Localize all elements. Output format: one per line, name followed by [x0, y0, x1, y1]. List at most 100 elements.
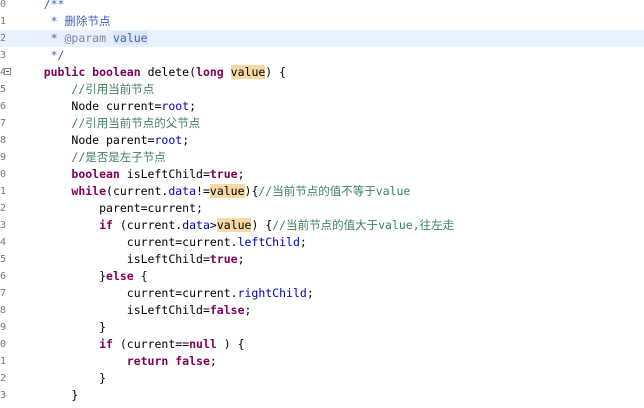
- line-number: 0: [0, 0, 7, 10]
- code-line[interactable]: 4 public boolean delete(long value) {: [0, 64, 644, 81]
- code-token: current=current.: [126, 286, 238, 300]
- code-token: /**: [43, 0, 65, 11]
- code-line[interactable]: 5 isLeftChild=true;: [0, 251, 644, 268]
- code-token: ;: [237, 252, 245, 266]
- line-number: 6: [0, 101, 7, 112]
- code-token: rightChild: [237, 286, 307, 300]
- line-number: 3: [0, 220, 7, 231]
- code-line[interactable]: 9 //是否是左子节点: [0, 149, 644, 166]
- code-token: }: [71, 388, 79, 402]
- line-number: 6: [0, 271, 7, 282]
- code-line[interactable]: 1 while(current.data!=value){//当前节点的值不等于…: [0, 183, 644, 200]
- code-token: value: [230, 65, 266, 79]
- code-token: 是否是左子节点: [85, 150, 166, 164]
- code-text: if (current==null ) {: [16, 336, 244, 353]
- code-text: isLeftChild=true;: [16, 251, 245, 268]
- code-line[interactable]: 3 */: [0, 47, 644, 64]
- code-text: * 删除节点: [16, 13, 111, 30]
- code-token: if: [99, 337, 113, 351]
- code-line[interactable]: 8 isLeftChild=false;: [0, 302, 644, 319]
- code-line[interactable]: 3 }: [0, 387, 644, 404]
- code-token: if: [99, 218, 113, 232]
- code-line[interactable]: 2 }: [0, 370, 644, 387]
- code-text: current=current.rightChild;: [16, 285, 314, 302]
- code-text: //引用当前节点: [16, 81, 154, 98]
- line-number: 5: [0, 254, 7, 265]
- code-text: }: [16, 319, 106, 336]
- code-token: //: [71, 82, 86, 96]
- code-line[interactable]: 1 * 删除节点: [0, 13, 644, 30]
- code-text: parent=current;: [16, 200, 203, 217]
- code-token: ) {: [251, 218, 273, 232]
- line-number: 4: [0, 237, 7, 248]
- code-token: value: [209, 184, 245, 198]
- code-line[interactable]: 0 boolean isLeftChild=true;: [0, 166, 644, 183]
- collapse-fold-icon[interactable]: [4, 68, 11, 75]
- code-token: Node current=: [71, 99, 162, 113]
- code-line[interactable]: 1 return false;: [0, 353, 644, 370]
- code-token: data: [168, 184, 197, 198]
- code-text: * @param value: [16, 30, 148, 47]
- code-token: value,: [378, 218, 420, 232]
- line-number: 9: [0, 152, 7, 163]
- code-line[interactable]: 6 Node current=root;: [0, 98, 644, 115]
- line-number: 7: [0, 288, 7, 299]
- code-line[interactable]: 3 if (current.data>value) {//当前节点的值大于val…: [0, 217, 644, 234]
- code-line[interactable]: 4 current=current.leftChild;: [0, 234, 644, 251]
- code-token: root: [154, 133, 183, 147]
- code-token: ){: [244, 184, 259, 198]
- code-line[interactable]: 7 //引用当前节点的父节点: [0, 115, 644, 132]
- code-line[interactable]: 0 /**: [0, 0, 644, 13]
- code-token: 当前节点的值大于: [286, 218, 379, 232]
- line-number: 8: [0, 305, 7, 316]
- code-line[interactable]: 2 parent=current;: [0, 200, 644, 217]
- code-text: isLeftChild=false;: [16, 302, 252, 319]
- code-token: while: [71, 184, 107, 198]
- code-token: isLeftChild=: [126, 303, 210, 317]
- code-line[interactable]: 2 * @param value: [0, 30, 644, 47]
- code-line[interactable]: 0 if (current==null ) {: [0, 336, 644, 353]
- code-token: //: [71, 116, 86, 130]
- code-text: public boolean delete(long value) {: [16, 64, 286, 81]
- code-line[interactable]: 5 //引用当前节点: [0, 81, 644, 98]
- code-token: //: [258, 184, 273, 198]
- code-token: !=: [196, 184, 210, 198]
- code-token: true: [209, 167, 238, 181]
- code-token: 往左走: [419, 218, 455, 232]
- code-token: 引用当前节点的父节点: [85, 116, 201, 130]
- code-text: return false;: [16, 353, 217, 370]
- code-text: boolean isLeftChild=true;: [16, 166, 244, 183]
- code-line[interactable]: 6 }else {: [0, 268, 644, 285]
- code-token: 引用当前节点: [85, 82, 155, 96]
- code-token: (current.: [106, 184, 169, 198]
- code-line[interactable]: 9 }: [0, 319, 644, 336]
- code-token: delete(: [140, 65, 197, 79]
- code-text: Node parent=root;: [16, 132, 189, 149]
- code-editor[interactable]: 0 /**1 * 删除节点2 * @param value3 */4 publi…: [0, 0, 644, 408]
- code-line[interactable]: 7 current=current.rightChild;: [0, 285, 644, 302]
- code-token: true: [209, 252, 238, 266]
- code-token: //: [71, 150, 86, 164]
- code-token: */: [50, 48, 65, 62]
- code-line[interactable]: 8 Node parent=root;: [0, 132, 644, 149]
- code-token: ;: [306, 286, 314, 300]
- code-token: long: [196, 65, 224, 79]
- code-token: ;: [299, 235, 307, 249]
